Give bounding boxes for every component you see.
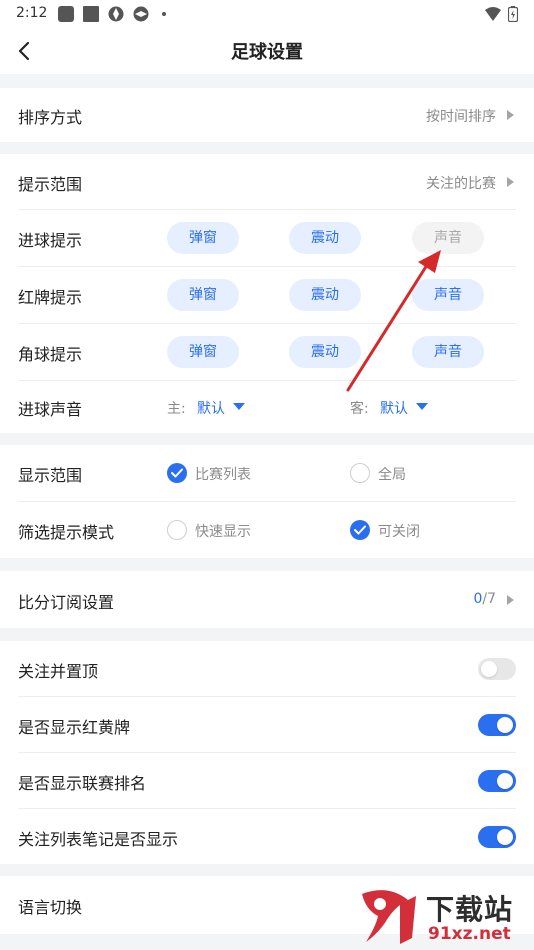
away-sound-value[interactable]: 默认	[380, 398, 408, 418]
corner-tip-row: 角球提示 弹窗 震动 声音	[0, 324, 534, 380]
notification-aperture-icon	[108, 6, 124, 22]
filter-mode-radio-2[interactable]	[350, 520, 370, 540]
show-notes-label: 关注列表笔记是否显示	[18, 830, 179, 849]
display-scope-radio-1[interactable]	[167, 463, 187, 483]
score-sub-total: /7	[482, 591, 496, 607]
home-sound-value[interactable]: 默认	[197, 398, 225, 418]
filter-mode-option-2[interactable]: 可关闭	[378, 521, 420, 541]
score-sub-value: 0/7	[473, 591, 496, 607]
battery-icon	[507, 6, 519, 23]
show-cards-row: 是否显示红黄牌	[0, 697, 534, 752]
score-sub-label: 比分订阅设置	[18, 593, 115, 612]
home-dropdown-caret-icon[interactable]	[233, 403, 245, 410]
filter-mode-row: 筛选提示模式 快速显示 可关闭	[0, 502, 534, 558]
away-prefix: 客:	[350, 401, 369, 417]
watermark-logo-icon	[362, 890, 416, 944]
red-card-tip-row: 红牌提示 弹窗 震动 声音	[0, 267, 534, 323]
corner-tip-label: 角球提示	[18, 345, 83, 364]
display-scope-option-2[interactable]: 全局	[378, 464, 406, 484]
nav-bar: 足球设置	[0, 28, 534, 74]
corner-popup-pill[interactable]: 弹窗	[167, 336, 239, 368]
display-scope-option-1[interactable]: 比赛列表	[195, 464, 251, 484]
follow-top-toggle[interactable]	[478, 658, 516, 680]
notification-aperture-icon	[133, 6, 149, 22]
chevron-right-icon	[507, 595, 514, 605]
filter-mode-radio-1[interactable]	[167, 520, 187, 540]
display-section: 显示范围 比赛列表 全局 筛选提示模式 快速显示 可关闭	[0, 445, 534, 558]
toggle-knob	[497, 773, 513, 789]
tip-scope-label: 提示范围	[18, 175, 83, 194]
watermark-title: 下载站	[426, 893, 514, 926]
follow-top-row: 关注并置顶	[0, 641, 534, 696]
chevron-right-icon	[507, 177, 514, 187]
sort-value: 按时间排序	[426, 109, 496, 125]
show-cards-toggle[interactable]	[478, 714, 516, 736]
show-notes-toggle[interactable]	[478, 826, 516, 848]
language-label: 语言切换	[18, 898, 83, 917]
goal-vibrate-pill[interactable]: 震动	[289, 222, 361, 254]
more-notifications-dot-icon	[162, 12, 166, 16]
show-rank-row: 是否显示联赛排名	[0, 753, 534, 808]
tip-scope-row[interactable]: 提示范围 关注的比赛	[0, 154, 534, 209]
display-scope-row: 显示范围 比赛列表 全局	[0, 445, 534, 501]
display-scope-radio-2[interactable]	[350, 463, 370, 483]
show-rank-toggle[interactable]	[478, 770, 516, 792]
page-title: 足球设置	[231, 42, 303, 63]
goal-tip-row: 进球提示 弹窗 震动 声音	[0, 210, 534, 266]
tip-scope-value: 关注的比赛	[426, 176, 496, 192]
score-sub-row[interactable]: 比分订阅设置 0/7	[0, 571, 534, 628]
filter-mode-label: 筛选提示模式	[18, 523, 115, 542]
corner-sound-pill[interactable]: 声音	[412, 336, 484, 368]
show-rank-label: 是否显示联赛排名	[18, 774, 147, 793]
red-card-tip-label: 红牌提示	[18, 288, 83, 307]
show-notes-row: 关注列表笔记是否显示	[0, 809, 534, 864]
status-time: 2:12	[16, 5, 48, 21]
follow-top-label: 关注并置顶	[18, 662, 99, 681]
wifi-icon	[484, 6, 501, 22]
goal-sound-pill[interactable]: 声音	[412, 222, 484, 254]
chevron-right-icon	[507, 110, 514, 120]
status-bar: 2:12	[0, 0, 534, 28]
display-scope-label: 显示范围	[18, 466, 83, 485]
away-dropdown-caret-icon[interactable]	[416, 403, 428, 410]
red-card-sound-pill[interactable]: 声音	[412, 279, 484, 311]
corner-vibrate-pill[interactable]: 震动	[289, 336, 361, 368]
sort-row[interactable]: 排序方式 按时间排序	[0, 88, 534, 142]
tips-section: 提示范围 关注的比赛 进球提示 弹窗 震动 声音 红牌提示 弹窗 震动 声音 角…	[0, 154, 534, 433]
home-prefix: 主:	[167, 401, 186, 417]
toggle-knob	[497, 829, 513, 845]
goal-tip-label: 进球提示	[18, 231, 83, 250]
goal-popup-pill[interactable]: 弹窗	[167, 222, 239, 254]
toggle-knob	[497, 717, 513, 733]
red-card-vibrate-pill[interactable]: 震动	[289, 279, 361, 311]
notification-app-icon	[83, 6, 99, 22]
notification-app-icon	[58, 6, 74, 22]
toggles-section: 关注并置顶 是否显示红黄牌 是否显示联赛排名 关注列表笔记是否显示	[0, 641, 534, 864]
watermark-domain: 91xz.net	[428, 924, 511, 944]
goal-sound-label: 进球声音	[18, 400, 83, 419]
show-cards-label: 是否显示红黄牌	[18, 718, 131, 737]
watermark: 下载站 91xz.net	[356, 882, 532, 948]
goal-sound-row: 进球声音 主: 默认 客: 默认	[0, 381, 534, 433]
red-card-popup-pill[interactable]: 弹窗	[167, 279, 239, 311]
filter-mode-option-1[interactable]: 快速显示	[195, 521, 251, 541]
sort-label: 排序方式	[18, 108, 83, 127]
toggle-knob	[481, 661, 497, 677]
